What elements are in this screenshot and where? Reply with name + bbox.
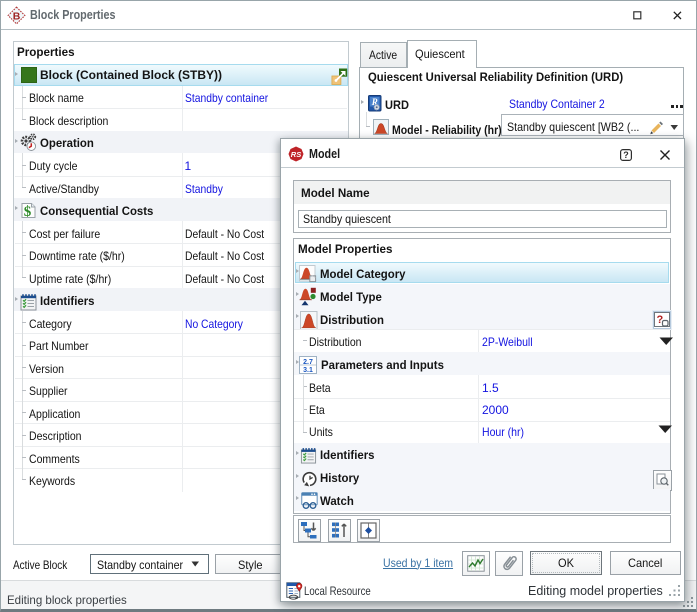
svg-text:3.1: 3.1: [303, 367, 313, 374]
svg-text:RS: RS: [291, 150, 301, 159]
svg-text:B: B: [13, 11, 21, 23]
svg-text:$: $: [24, 204, 32, 220]
svg-text:?: ?: [623, 150, 629, 160]
